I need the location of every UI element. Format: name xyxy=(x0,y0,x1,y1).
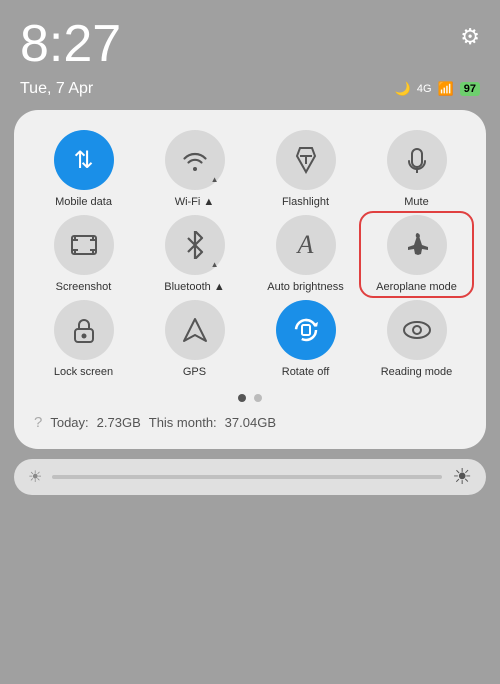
battery-indicator: 97 xyxy=(460,82,480,96)
brightness-max-icon: ☀ xyxy=(452,464,472,490)
mobile-data-icon: ⇅ xyxy=(54,130,114,190)
data-usage-row: ? Today: 2.73GB This month: 37.04GB xyxy=(30,412,470,433)
tile-wifi[interactable]: ▲ Wi-Fi ▲ xyxy=(141,130,248,209)
dot-1[interactable] xyxy=(238,394,246,402)
tile-aeroplane-mode[interactable]: Aeroplane mode xyxy=(363,215,470,294)
month-value: 37.04GB xyxy=(225,415,276,430)
data-usage-icon: ? xyxy=(34,414,42,431)
tile-reading-mode[interactable]: Reading mode xyxy=(363,300,470,379)
tile-bluetooth[interactable]: ▲ Bluetooth ▲ xyxy=(141,215,248,294)
tile-screenshot[interactable]: Screenshot xyxy=(30,215,137,294)
aeroplane-mode-label: Aeroplane mode xyxy=(376,281,457,294)
flashlight-icon xyxy=(276,130,336,190)
auto-brightness-label: Auto brightness xyxy=(267,281,343,294)
gps-icon xyxy=(165,300,225,360)
page-dots xyxy=(30,394,470,402)
mute-label: Mute xyxy=(404,196,428,209)
rotate-off-label: Rotate off xyxy=(282,366,330,379)
quick-panel: ⇅ Mobile data ▲ Wi-Fi ▲ xyxy=(14,110,486,449)
reading-mode-icon xyxy=(387,300,447,360)
mobile-data-label: Mobile data xyxy=(55,196,112,209)
lock-screen-label: Lock screen xyxy=(54,366,113,379)
mute-icon xyxy=(387,130,447,190)
status-icons: 🌙 4G 📶 97 xyxy=(395,81,480,97)
brightness-min-icon: ☀ xyxy=(28,467,42,487)
rotate-off-icon xyxy=(276,300,336,360)
bluetooth-icon: ▲ xyxy=(165,215,225,275)
today-label: Today: xyxy=(50,415,88,430)
auto-brightness-icon: A xyxy=(276,215,336,275)
today-value: 2.73GB xyxy=(97,415,141,430)
bluetooth-label: Bluetooth ▲ xyxy=(164,281,224,294)
time-display: 8:27 xyxy=(20,18,121,70)
tile-mobile-data[interactable]: ⇅ Mobile data xyxy=(30,130,137,209)
tile-rotate-off[interactable]: Rotate off xyxy=(252,300,359,379)
dot-2[interactable] xyxy=(254,394,262,402)
tile-mute[interactable]: Mute xyxy=(363,130,470,209)
month-label: This month: xyxy=(149,415,217,430)
tile-auto-brightness[interactable]: A Auto brightness xyxy=(252,215,359,294)
tile-lock-screen[interactable]: Lock screen xyxy=(30,300,137,379)
gps-label: GPS xyxy=(183,366,206,379)
flashlight-label: Flashlight xyxy=(282,196,329,209)
signal-4g-icon: 4G xyxy=(417,83,432,95)
signal-bars-icon: 📶 xyxy=(438,81,454,97)
screenshot-icon xyxy=(54,215,114,275)
tile-gps[interactable]: GPS xyxy=(141,300,248,379)
date-row: Tue, 7 Apr 🌙 4G 📶 97 xyxy=(0,78,500,110)
lock-screen-icon xyxy=(54,300,114,360)
brightness-bar[interactable]: ☀ ☀ xyxy=(14,459,486,495)
wifi-icon: ▲ xyxy=(165,130,225,190)
wifi-label: Wi-Fi ▲ xyxy=(175,196,215,209)
settings-icon[interactable]: ⚙ xyxy=(460,24,480,50)
status-bar: 8:27 ⚙ xyxy=(0,0,500,78)
screenshot-label: Screenshot xyxy=(56,281,112,294)
date-display: Tue, 7 Apr xyxy=(20,80,93,98)
reading-mode-label: Reading mode xyxy=(381,366,453,379)
brightness-track[interactable] xyxy=(52,475,442,479)
tile-flashlight[interactable]: Flashlight xyxy=(252,130,359,209)
tile-grid: ⇅ Mobile data ▲ Wi-Fi ▲ xyxy=(30,130,470,380)
aeroplane-mode-icon xyxy=(387,215,447,275)
moon-icon: 🌙 xyxy=(395,81,411,97)
